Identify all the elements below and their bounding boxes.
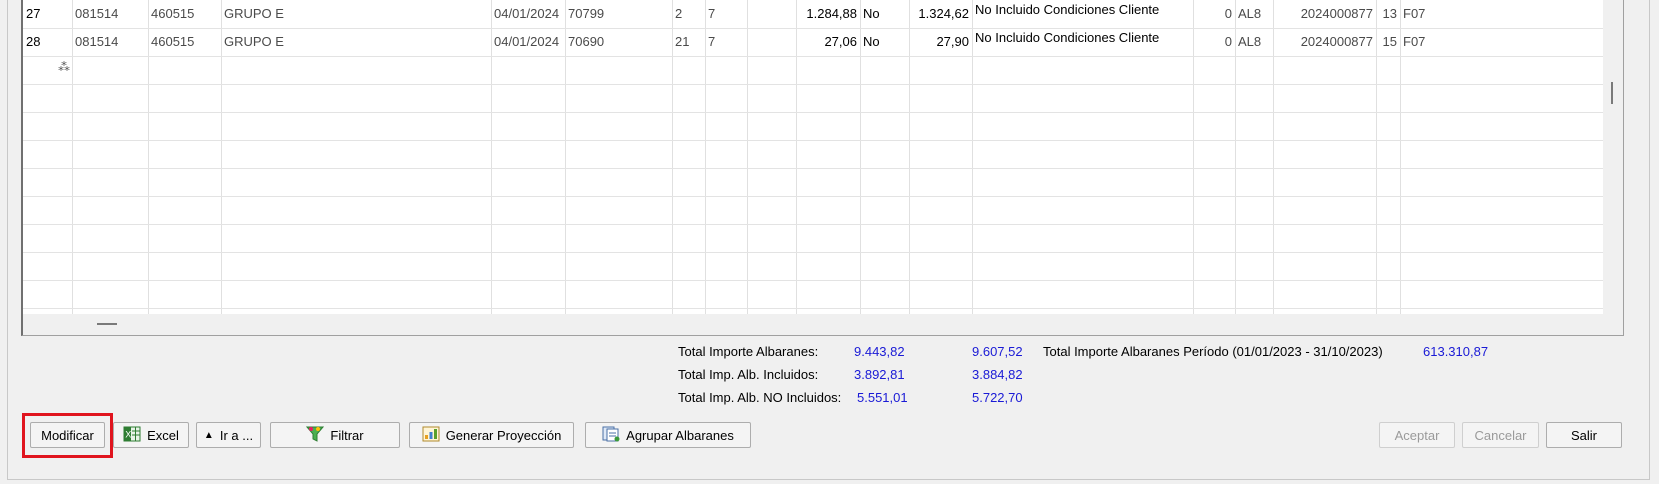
ir-a-button[interactable]: ▲ Ir a ...	[196, 422, 261, 448]
data-grid[interactable]: 27 081514 460515 GRUPO E 04/01/2024 7079…	[23, 0, 1603, 314]
cell-f[interactable]: F07	[1400, 28, 1440, 56]
cell-f[interactable]: F07	[1400, 0, 1440, 28]
window-border-bottom	[7, 479, 1650, 480]
cell-client-code[interactable]: 460515	[148, 0, 221, 28]
cell-code[interactable]: 081514	[72, 0, 148, 28]
projection-icon	[422, 426, 440, 445]
scrollbar-thumb[interactable]	[1611, 82, 1613, 104]
cell-condition[interactable]: No Incluido Condiciones Cliente	[972, 28, 1193, 56]
agrupar-albaranes-label: Agrupar Albaranes	[626, 427, 734, 443]
cell-date[interactable]: 04/01/2024	[491, 28, 565, 56]
total-no-incluidos-value-2: 5.722,70	[972, 390, 1023, 405]
window-border-right	[1649, 0, 1650, 480]
aceptar-button[interactable]: Aceptar	[1379, 422, 1455, 448]
salir-button[interactable]: Salir	[1546, 422, 1622, 448]
cancelar-button[interactable]: Cancelar	[1462, 422, 1539, 448]
ir-a-label: Ir a ...	[219, 427, 254, 443]
excel-button[interactable]: X Excel	[113, 422, 189, 448]
row-number: 28	[26, 34, 41, 49]
total-no-incluidos-label: Total Imp. Alb. NO Incluidos:	[678, 390, 842, 405]
total-importe-value-2: 9.607,52	[972, 344, 1023, 359]
cell-flag[interactable]: No	[860, 28, 909, 56]
aceptar-label: Aceptar	[1394, 427, 1440, 443]
generar-proyeccion-label: Generar Proyección	[445, 427, 562, 443]
cell-warehouse[interactable]: AL8	[1235, 28, 1273, 56]
cell-flag[interactable]: No	[860, 0, 909, 28]
total-no-incluidos-value: 5.551,01	[857, 390, 908, 405]
cell-doc-number[interactable]: 70799	[565, 0, 672, 28]
cell-condition[interactable]: No Incluido Condiciones Cliente	[972, 0, 1193, 28]
empty-row	[23, 140, 1603, 169]
total-periodo-label: Total Importe Albaranes Período (01/01/2…	[1043, 344, 1383, 359]
cell-client-name[interactable]: GRUPO E	[221, 28, 491, 56]
cell-code[interactable]: 081514	[72, 28, 148, 56]
cell-importe[interactable]: 27,06	[796, 28, 860, 56]
salir-label: Salir	[1570, 427, 1597, 443]
empty-row	[23, 112, 1603, 141]
cell-importe[interactable]: 1.284,88	[796, 0, 860, 28]
excel-icon: X	[123, 426, 141, 445]
table-row[interactable]: 27 081514 460515 GRUPO E 04/01/2024 7079…	[23, 0, 1603, 29]
cancelar-label: Cancelar	[1474, 427, 1527, 443]
row-number: 27	[26, 6, 41, 21]
vertical-scrollbar[interactable]	[1603, 0, 1623, 314]
horizontal-scrollbar-thumb[interactable]	[97, 323, 117, 325]
cell-importe-2[interactable]: 1.324,62	[909, 0, 972, 28]
total-importe-label: Total Importe Albaranes:	[678, 344, 819, 359]
triangle-up-icon: ▲	[203, 429, 214, 441]
empty-row	[23, 224, 1603, 253]
cell-b[interactable]: 7	[705, 28, 747, 56]
svg-text:X: X	[125, 429, 131, 439]
cell-zero[interactable]: 0	[1193, 0, 1235, 28]
window: 27 081514 460515 GRUPO E 04/01/2024 7079…	[0, 0, 1659, 484]
excel-label: Excel	[147, 427, 179, 443]
cell-a[interactable]: 2	[672, 0, 705, 28]
agrupar-albaranes-button[interactable]: Agrupar Albaranes	[585, 422, 751, 448]
group-documents-icon	[602, 426, 620, 445]
total-incluidos-label: Total Imp. Alb. Incluidos:	[678, 367, 819, 382]
empty-row	[23, 280, 1603, 309]
highlight-box	[22, 413, 113, 458]
total-periodo-value: 613.310,87	[1423, 344, 1489, 359]
cell-reference[interactable]: 2024000877	[1273, 28, 1376, 56]
total-importe-value: 9.443,82	[854, 344, 905, 359]
window-border-left	[7, 0, 8, 480]
cell-client-code[interactable]: 460515	[148, 28, 221, 56]
filtrar-button[interactable]: Filtrar	[270, 422, 400, 448]
cell-warehouse[interactable]: AL8	[1235, 0, 1273, 28]
generar-proyeccion-button[interactable]: Generar Proyección	[409, 422, 574, 448]
empty-row	[23, 168, 1603, 197]
cell-doc-number[interactable]: 70690	[565, 28, 672, 56]
total-incluidos-value-2: 3.884,82	[972, 367, 1023, 382]
table-row[interactable]: 28 081514 460515 GRUPO E 04/01/2024 7069…	[23, 28, 1603, 57]
filtrar-label: Filtrar	[330, 427, 364, 443]
empty-row	[23, 196, 1603, 225]
new-row[interactable]	[23, 56, 1603, 85]
cell-date[interactable]: 04/01/2024	[491, 0, 565, 28]
cell-b[interactable]: 7	[705, 0, 747, 28]
cell-n[interactable]: 13	[1376, 0, 1400, 28]
cell-reference[interactable]: 2024000877	[1273, 0, 1376, 28]
cell-importe-2[interactable]: 27,90	[909, 28, 972, 56]
empty-row	[23, 252, 1603, 281]
total-incluidos-value: 3.892,81	[854, 367, 905, 382]
cell-n[interactable]: 15	[1376, 28, 1400, 56]
cell-a[interactable]: 21	[672, 28, 705, 56]
asterisk-new-row-icon: ⁂	[58, 60, 70, 74]
cell-client-name[interactable]: GRUPO E	[221, 0, 491, 28]
cell-zero[interactable]: 0	[1193, 28, 1235, 56]
empty-row	[23, 84, 1603, 113]
funnel-icon	[306, 426, 325, 445]
